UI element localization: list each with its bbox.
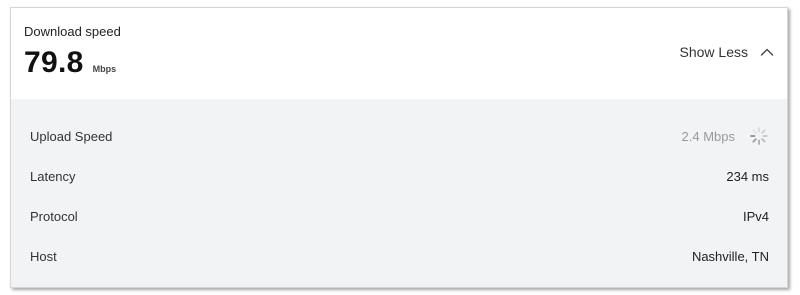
show-less-button[interactable]: Show Less	[680, 44, 774, 60]
show-less-label: Show Less	[679, 44, 748, 60]
upload-speed-label: Upload Speed	[30, 128, 113, 144]
details-panel: Upload Speed 2.4 Mbps Latency 234 ms Pro…	[11, 99, 787, 287]
download-speed-value: 79.8	[24, 46, 84, 79]
detail-row-host: Host Nashville, TN	[30, 246, 769, 266]
detail-row-latency: Latency 234 ms	[30, 166, 769, 186]
latency-value: 234 ms	[726, 168, 769, 184]
detail-row-upload-speed: Upload Speed 2.4 Mbps	[30, 126, 769, 146]
upload-speed-value: 2.4 Mbps	[681, 128, 735, 144]
download-speed-title: Download speed	[24, 24, 121, 39]
host-label: Host	[30, 248, 57, 264]
host-value: Nashville, TN	[691, 248, 769, 264]
detail-row-protocol: Protocol IPv4	[30, 206, 769, 226]
download-summary: Download speed 79.8 Mbps Show Less	[11, 8, 787, 99]
protocol-label: Protocol	[30, 208, 78, 224]
chevron-up-icon	[760, 45, 774, 59]
download-speed-unit: Mbps	[92, 64, 117, 74]
upload-speed-value-group: 2.4 Mbps	[682, 126, 769, 146]
protocol-value: IPv4	[742, 208, 769, 224]
loading-spinner-icon	[750, 127, 768, 145]
speed-test-card: Download speed 79.8 Mbps Show Less Uploa…	[10, 7, 788, 288]
download-speed-readout: 79.8 Mbps	[24, 46, 116, 80]
latency-label: Latency	[30, 168, 76, 184]
